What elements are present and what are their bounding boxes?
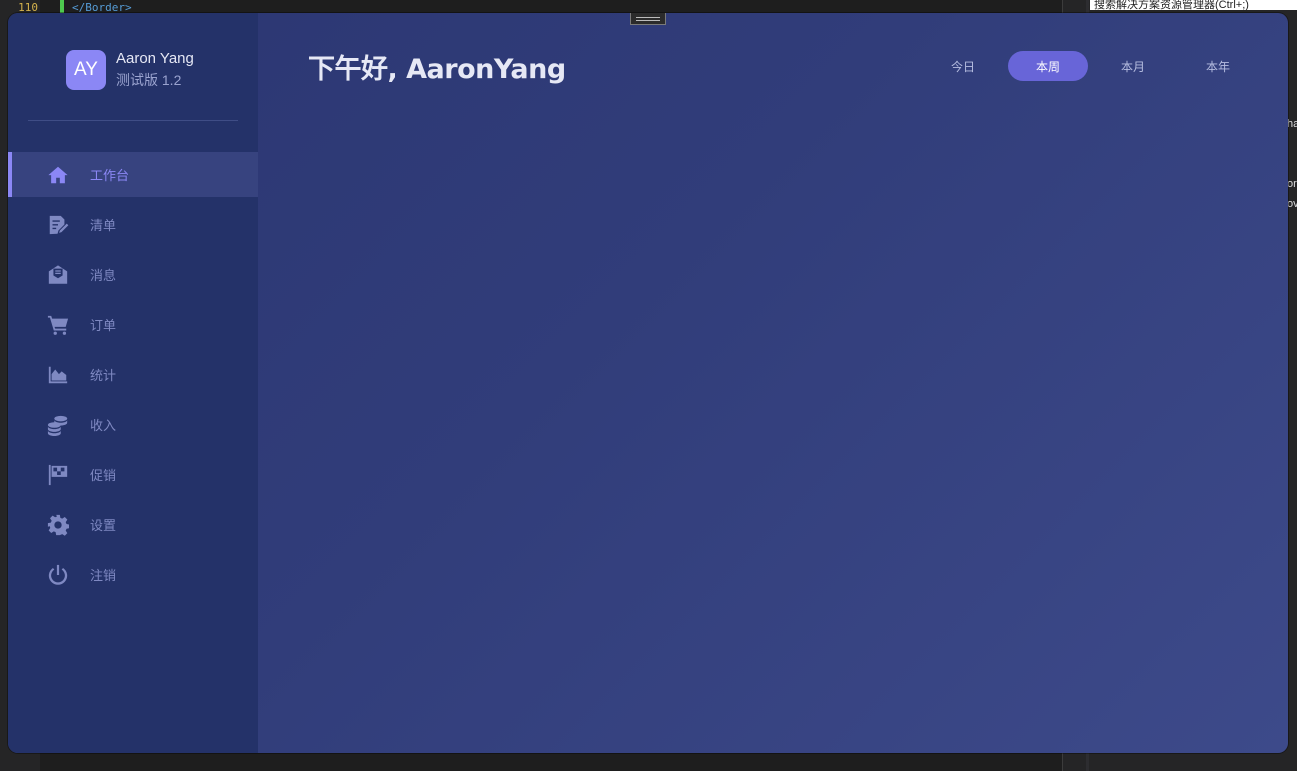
app-window: AY Aaron Yang 测试版 1.2 工作台 清单 消息 订单 统计 收入… <box>8 13 1288 753</box>
coins-icon <box>46 413 70 437</box>
profile-divider <box>28 120 238 121</box>
sidebar-item-logout[interactable]: 注销 <box>8 552 258 597</box>
sidebar-item-settings[interactable]: 设置 <box>8 502 258 547</box>
tab-this-week[interactable]: 本周 <box>1008 51 1088 81</box>
ide-edge-fragment: ha <box>1287 118 1297 130</box>
area-chart-icon <box>46 363 70 387</box>
shopping-cart-icon <box>46 313 70 337</box>
ide-solution-search[interactable]: 搜索解决方案资源管理器(Ctrl+;) <box>1090 0 1297 10</box>
sidebar-item-income[interactable]: 收入 <box>8 402 258 447</box>
main-content: 下午好, AaronYang 今日 本周 本月 本年 <box>258 13 1288 753</box>
greeting-title: 下午好, AaronYang <box>308 54 566 85</box>
checkered-flag-icon <box>46 463 70 487</box>
sidebar-item-label: 注销 <box>90 569 117 584</box>
sidebar: AY Aaron Yang 测试版 1.2 工作台 清单 消息 订单 统计 收入… <box>8 13 258 753</box>
tab-today[interactable]: 今日 <box>923 51 1003 81</box>
sidebar-item-statistics[interactable]: 统计 <box>8 352 258 397</box>
sidebar-item-list[interactable]: 清单 <box>8 202 258 247</box>
sidebar-item-label: 工作台 <box>90 169 130 184</box>
power-icon <box>46 563 70 587</box>
user-profile: AY Aaron Yang 测试版 1.2 <box>66 49 194 91</box>
sidebar-item-label: 统计 <box>90 369 117 384</box>
sidebar-item-workbench[interactable]: 工作台 <box>8 152 258 197</box>
window-drag-handle[interactable] <box>630 13 666 25</box>
gear-icon <box>46 513 70 537</box>
edit-list-icon <box>46 213 70 237</box>
user-name: Aaron Yang <box>116 50 194 67</box>
period-tabs: 今日 本周 本月 本年 <box>923 51 1263 81</box>
sidebar-item-label: 收入 <box>90 419 117 434</box>
tab-this-year[interactable]: 本年 <box>1178 51 1258 81</box>
avatar[interactable]: AY <box>66 50 106 90</box>
ide-code-line: 110 </Border> <box>0 0 1062 14</box>
tab-this-month[interactable]: 本月 <box>1093 51 1173 81</box>
envelope-open-icon <box>46 263 70 287</box>
sidebar-item-orders[interactable]: 订单 <box>8 302 258 347</box>
sidebar-item-promotions[interactable]: 促销 <box>8 452 258 497</box>
sidebar-item-label: 清单 <box>90 219 117 234</box>
sidebar-item-label: 设置 <box>90 519 117 534</box>
sidebar-nav: 工作台 清单 消息 订单 统计 收入 促销 设置 注销 <box>8 152 258 602</box>
sidebar-item-label: 消息 <box>90 269 117 284</box>
ide-edge-fragment: or <box>1287 178 1297 190</box>
ide-line-number: 110 <box>18 0 38 14</box>
sidebar-item-messages[interactable]: 消息 <box>8 252 258 297</box>
ide-edge-fragment: ov <box>1287 198 1297 210</box>
home-icon <box>46 163 70 187</box>
sidebar-item-label: 订单 <box>90 319 117 334</box>
ide-code-text: </Border> <box>72 0 132 14</box>
app-version: 测试版 1.2 <box>116 72 182 88</box>
ide-change-marker <box>60 0 64 14</box>
sidebar-item-label: 促销 <box>90 469 117 484</box>
